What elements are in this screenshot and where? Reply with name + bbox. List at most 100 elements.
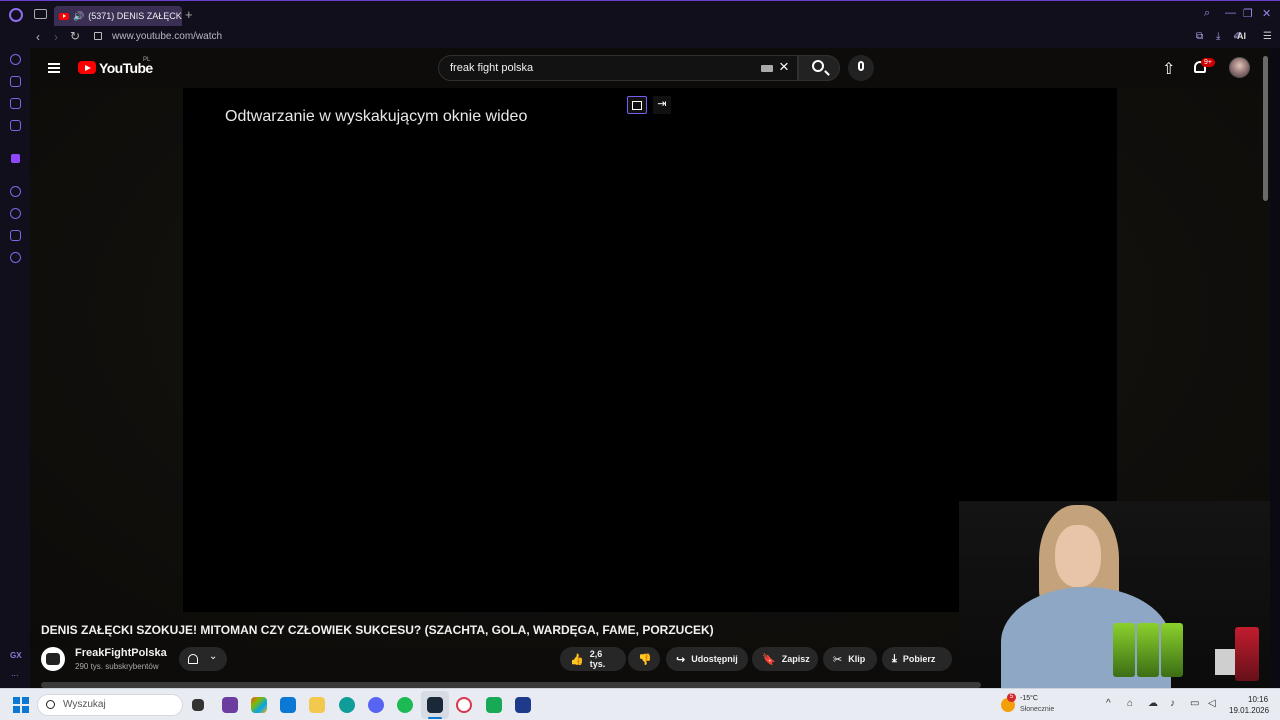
edge-icon[interactable]	[339, 697, 355, 713]
share-button[interactable]: ↪ Udostępnij	[666, 647, 748, 671]
address-bar: ‹ › ↻ www.youtube.com/watch ⧉ ⤓ ✐ AI ☰	[30, 28, 1280, 48]
store-icon[interactable]	[280, 697, 296, 713]
restore-icon[interactable]: ❐	[1243, 7, 1253, 20]
microphone-tray-icon[interactable]: ♪	[1170, 698, 1175, 709]
speaker-icon[interactable]: 🔊	[73, 11, 84, 22]
network-tray-icon[interactable]: ⌂	[1127, 698, 1133, 709]
search-input[interactable]: freak fight polska ×	[438, 55, 798, 81]
spotify-icon[interactable]	[397, 697, 413, 713]
drink-can	[1161, 623, 1183, 677]
tab-title: (5371) DENIS ZAŁĘCKI	[88, 11, 182, 21]
like-button[interactable]: 👍 2,6 tys.	[560, 647, 626, 671]
app-icon[interactable]	[222, 697, 238, 713]
chat-app-icon[interactable]	[486, 697, 502, 713]
weather-description: Słonecznie	[1020, 706, 1055, 713]
clock-time[interactable]: 10:16	[1248, 695, 1268, 704]
task-view-icon[interactable]	[192, 699, 204, 711]
account-avatar[interactable]	[1229, 57, 1250, 78]
messenger-icon[interactable]	[10, 98, 21, 109]
close-window-icon[interactable]: ✕	[1262, 7, 1271, 20]
file-explorer-icon[interactable]	[309, 697, 325, 713]
sidebar-gx-label[interactable]: GX	[10, 651, 22, 660]
active-indicator	[428, 717, 442, 719]
download-label: Pobierz	[902, 654, 936, 664]
subscription-bell-button[interactable]: ⌄	[179, 647, 227, 671]
voice-search-button[interactable]	[848, 55, 874, 81]
dislike-button[interactable]: 👎	[628, 647, 660, 671]
gx-control-icon[interactable]	[10, 54, 21, 65]
lock-icon	[94, 32, 102, 40]
history-icon[interactable]	[10, 208, 21, 219]
browser-tab[interactable]: 🔊 (5371) DENIS ZAŁĘCKI	[54, 6, 182, 26]
url-field[interactable]: www.youtube.com/watch	[112, 31, 222, 42]
exit-popup-icon[interactable]: ⇥	[653, 96, 671, 114]
ai-button[interactable]: AI	[1237, 31, 1246, 41]
weather-badge: 5	[1007, 693, 1016, 702]
steam-icon[interactable]	[427, 697, 443, 713]
clock-date[interactable]: 19.01.2026	[1229, 706, 1269, 715]
new-tab-button[interactable]: +	[185, 8, 193, 22]
menu-icon[interactable]	[48, 63, 60, 73]
youtube-page: YouTube PL freak fight polska × ⇧ 9+ Odt…	[30, 48, 1270, 688]
opera-taskbar-icon[interactable]	[456, 697, 472, 713]
reload-icon[interactable]: ↻	[70, 29, 80, 43]
popup-video-window[interactable]	[959, 501, 1270, 688]
volume-icon[interactable]: ◁	[1208, 698, 1216, 709]
drink-can	[1137, 623, 1159, 677]
discord-icon[interactable]	[368, 697, 384, 713]
windows-taskbar: Wyszukaj 5 -15°C Słonecznie ^ ⌂ ☁ ♪ ▭ ◁ …	[0, 688, 1280, 720]
search-tabs-icon[interactable]: ⌕	[1204, 7, 1210, 20]
extensions-icon[interactable]: ⧉	[1196, 31, 1203, 42]
back-icon[interactable]: ‹	[36, 30, 40, 44]
easy-setup-icon[interactable]: ☰	[1263, 31, 1272, 42]
save-label: Zapisz	[781, 654, 810, 664]
download-button[interactable]: ⤓ Pobierz	[882, 647, 952, 671]
browser-titlebar: 🔊 (5371) DENIS ZAŁĘCKI + ⌕ — ❐ ✕	[0, 0, 1280, 28]
tab-overview-icon[interactable]	[34, 9, 47, 19]
whatsapp-icon[interactable]	[10, 120, 21, 131]
create-icon[interactable]: ⇧	[1162, 59, 1175, 79]
share-icon: ↪	[676, 653, 686, 666]
taskbar-search-placeholder: Wyszukaj	[63, 699, 106, 710]
player-icon[interactable]	[10, 186, 21, 197]
chevron-up-icon[interactable]: ^	[1106, 698, 1111, 709]
save-button[interactable]: 🔖 Zapisz	[752, 647, 818, 671]
cloud-icon[interactable]: ☁	[1148, 698, 1158, 709]
scissors-icon: ✂	[833, 653, 843, 666]
video-title: DENIS ZAŁĘCKI SZOKUJE! MITOMAN CZY CZŁOW…	[41, 623, 714, 637]
sidebar-more-icon[interactable]: ...	[11, 668, 19, 678]
settings-icon[interactable]	[10, 252, 21, 263]
youtube-logo-icon[interactable]	[78, 61, 96, 74]
search-icon	[812, 60, 824, 72]
clip-button[interactable]: ✂ Klip	[823, 647, 877, 671]
download-icon[interactable]: ⤓	[1216, 31, 1220, 42]
opera-logo-icon[interactable]	[9, 8, 23, 22]
search-button[interactable]	[798, 55, 840, 81]
gx-corner-icon[interactable]	[10, 76, 21, 87]
app-icon[interactable]	[515, 697, 531, 713]
channel-avatar[interactable]	[41, 647, 65, 671]
windows-start-icon[interactable]	[13, 697, 29, 713]
background-object	[1215, 649, 1235, 675]
opera-sidebar: GX ...	[0, 28, 30, 688]
copilot-icon[interactable]	[251, 697, 267, 713]
minimize-icon[interactable]: —	[1225, 7, 1236, 19]
clip-label: Klip	[848, 654, 866, 664]
search-query[interactable]: freak fight polska	[450, 62, 533, 74]
channel-name[interactable]: FreakFightPolska	[75, 647, 167, 659]
notifications-badge: 9+	[1201, 58, 1215, 67]
drink-can-red	[1235, 627, 1259, 681]
like-count: 2,6 tys.	[589, 649, 606, 669]
subscriber-count: 290 tys. subskrybentów	[75, 662, 159, 671]
thumbs-down-icon: 👎	[638, 653, 652, 666]
picture-in-picture-icon[interactable]	[627, 96, 647, 114]
twitch-icon[interactable]	[11, 154, 20, 163]
forward-icon[interactable]: ›	[54, 30, 58, 44]
clear-search-icon[interactable]: ×	[779, 57, 789, 77]
keyboard-icon[interactable]	[761, 65, 773, 72]
display-icon[interactable]: ▭	[1190, 698, 1199, 709]
scrollbar[interactable]	[1263, 56, 1268, 201]
taskbar-search-input[interactable]: Wyszukaj	[37, 694, 183, 716]
bell-icon	[188, 654, 198, 664]
extensions-sidebar-icon[interactable]	[10, 230, 21, 241]
